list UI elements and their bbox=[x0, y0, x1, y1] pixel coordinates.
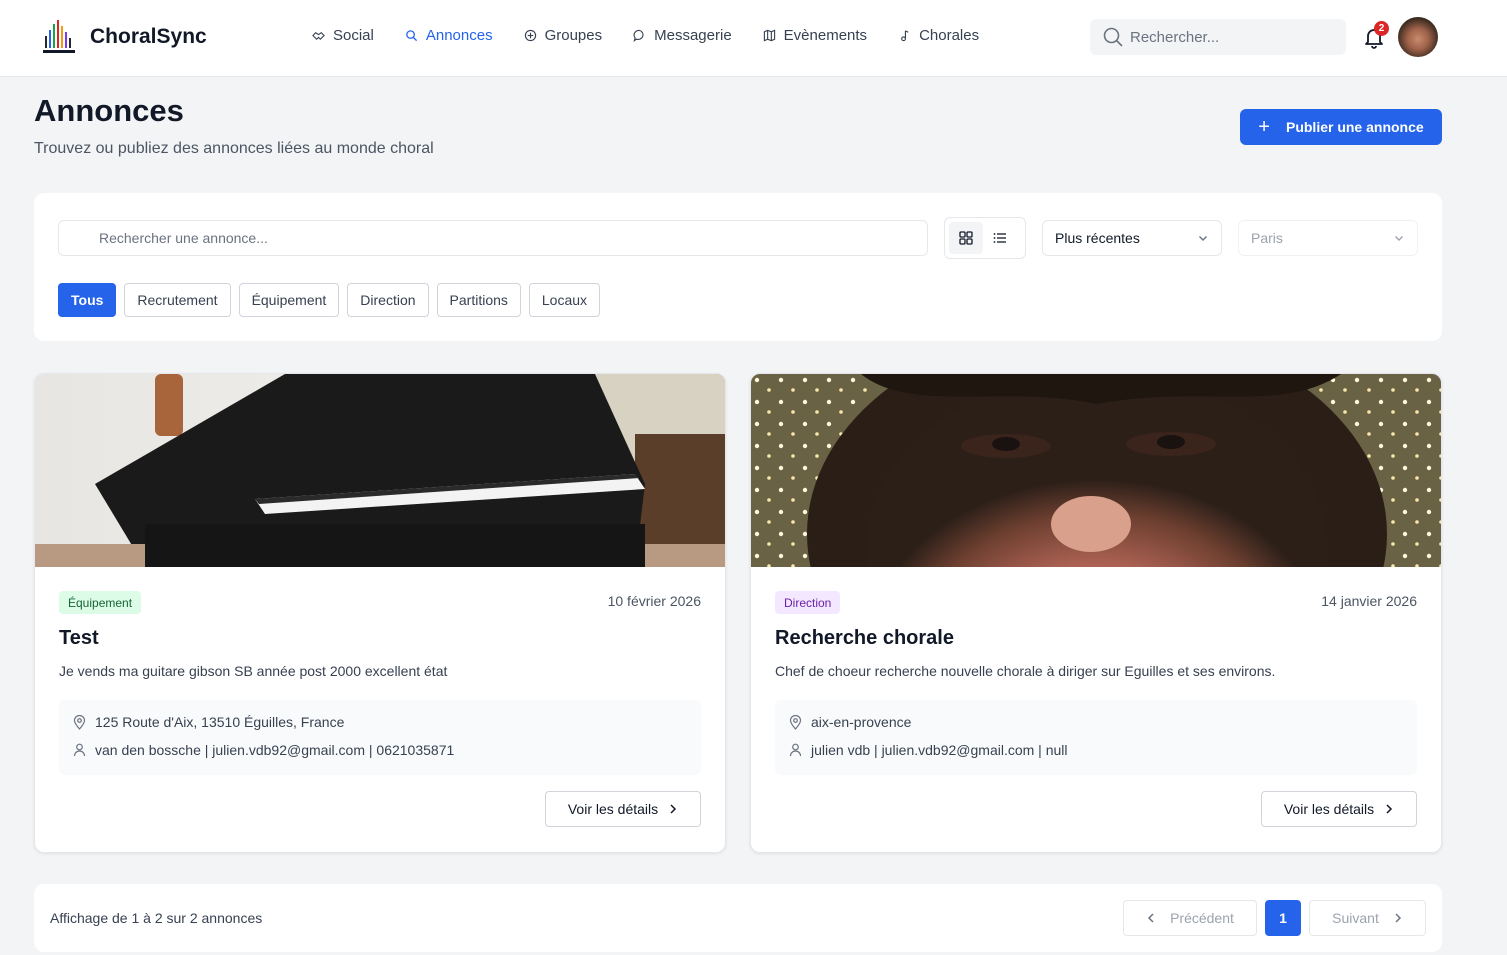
map-pin-icon bbox=[789, 714, 802, 730]
chevron-right-icon bbox=[670, 804, 677, 814]
listing-title[interactable]: Recherche chorale bbox=[775, 627, 954, 650]
listing-contact-row: julien vdb | julien.vdb92@gmail.com | nu… bbox=[789, 742, 1068, 758]
chevron-down-icon bbox=[1199, 236, 1207, 241]
chat-bubble-icon bbox=[633, 29, 644, 42]
global-search[interactable] bbox=[1090, 19, 1346, 55]
sort-select-value: Plus récentes bbox=[1055, 230, 1140, 246]
nav-item-chorales[interactable]: Chorales bbox=[898, 27, 979, 44]
top-navbar: ChoralSync Social Annonces Groupes Messa… bbox=[0, 0, 1507, 77]
listing-date: 10 février 2026 bbox=[607, 593, 701, 609]
listing-date: 14 janvier 2026 bbox=[1321, 593, 1417, 609]
page-title: Annonces bbox=[34, 93, 184, 128]
announcement-card[interactable]: Direction 14 janvier 2026 Recherche chor… bbox=[750, 373, 1442, 853]
brand-name[interactable]: ChoralSync bbox=[90, 25, 207, 49]
map-pin-icon bbox=[73, 714, 86, 730]
chevron-left-icon bbox=[1148, 913, 1154, 923]
chip-direction[interactable]: Direction bbox=[347, 283, 429, 317]
previous-label: Précédent bbox=[1170, 910, 1234, 926]
pagination-summary: Affichage de 1 à 2 sur 2 annonces bbox=[50, 910, 263, 926]
music-note-icon bbox=[901, 30, 909, 42]
page-subtitle: Trouvez ou publiez des annonces liées au… bbox=[34, 140, 434, 157]
portrait-photo bbox=[751, 374, 1441, 567]
nav-label: Messagerie bbox=[654, 27, 732, 44]
category-badge: Direction bbox=[775, 591, 841, 614]
nav-item-social[interactable]: Social bbox=[312, 27, 374, 44]
listing-contact-row: van den bossche | julien.vdb92@gmail.com… bbox=[73, 742, 454, 758]
view-details-button[interactable]: Voir les détails bbox=[1261, 791, 1417, 827]
listing-title[interactable]: Test bbox=[59, 627, 99, 650]
grid-view-button[interactable] bbox=[949, 222, 983, 254]
city-select-placeholder: Paris bbox=[1251, 230, 1283, 246]
listing-location: aix-en-provence bbox=[811, 714, 912, 730]
plus-icon: + bbox=[1258, 116, 1270, 138]
view-details-label: Voir les détails bbox=[1283, 801, 1375, 817]
search-icon bbox=[1103, 27, 1123, 47]
page-number-button[interactable]: 1 bbox=[1265, 900, 1301, 936]
handshake-icon bbox=[312, 31, 325, 41]
sort-select[interactable]: Plus récentes bbox=[1042, 220, 1222, 256]
nav-item-annonces[interactable]: Annonces bbox=[405, 27, 493, 44]
notification-badge: 2 bbox=[1374, 21, 1389, 36]
listing-location: 125 Route d'Aix, 13510 Éguilles, France bbox=[95, 714, 345, 730]
category-filter-chips: Tous Recrutement Équipement Direction Pa… bbox=[58, 283, 608, 317]
user-avatar[interactable] bbox=[1398, 17, 1438, 57]
user-icon bbox=[789, 743, 802, 757]
announcement-search-input[interactable] bbox=[58, 220, 928, 256]
view-details-button[interactable]: Voir les détails bbox=[545, 791, 701, 827]
listing-contact: julien vdb | julien.vdb92@gmail.com | nu… bbox=[811, 742, 1068, 758]
chevron-right-icon bbox=[1386, 804, 1393, 814]
chevron-right-icon bbox=[1395, 913, 1401, 923]
nav-item-groupes[interactable]: Groupes bbox=[524, 27, 603, 44]
next-page-button[interactable]: Suivant bbox=[1309, 900, 1426, 936]
filters-panel: Plus récentes Paris Tous Recrutement Équ… bbox=[34, 193, 1442, 341]
listing-location-row: aix-en-provence bbox=[789, 714, 911, 730]
nav-label: Annonces bbox=[425, 27, 493, 44]
main-nav: Social Annonces Groupes Messagerie Evène… bbox=[312, 27, 1010, 44]
chevron-down-icon bbox=[1395, 236, 1403, 241]
listing-description: Je vends ma guitare gibson SB année post… bbox=[59, 663, 448, 679]
list-icon bbox=[993, 233, 1006, 243]
global-search-input[interactable] bbox=[1130, 28, 1330, 46]
previous-page-button[interactable]: Précédent bbox=[1123, 900, 1257, 936]
city-select[interactable]: Paris bbox=[1238, 220, 1418, 256]
chip-equipement[interactable]: Équipement bbox=[238, 283, 340, 317]
map-icon bbox=[763, 29, 775, 42]
publish-button-label: Publier une annonce bbox=[1285, 119, 1424, 135]
search-icon bbox=[406, 30, 417, 42]
choralsync-logo[interactable] bbox=[42, 18, 78, 56]
nav-item-messagerie[interactable]: Messagerie bbox=[633, 27, 732, 44]
listing-description: Chef de choeur recherche nouvelle choral… bbox=[775, 663, 1276, 679]
listing-location-row: 125 Route d'Aix, 13510 Éguilles, France bbox=[73, 714, 344, 730]
grid-icon bbox=[959, 231, 973, 245]
piano-photo bbox=[35, 374, 725, 567]
nav-item-evenements[interactable]: Evènements bbox=[763, 27, 867, 44]
chip-recrutement[interactable]: Recrutement bbox=[124, 283, 231, 317]
next-label: Suivant bbox=[1332, 910, 1379, 926]
view-details-label: Voir les détails bbox=[567, 801, 659, 817]
listing-contact: van den bossche | julien.vdb92@gmail.com… bbox=[95, 742, 455, 758]
announcement-card[interactable]: Équipement 10 février 2026 Test Je vends… bbox=[34, 373, 726, 853]
category-badge: Équipement bbox=[59, 591, 142, 614]
list-view-button[interactable] bbox=[983, 222, 1017, 254]
listing-info-box: aix-en-provence julien vdb | julien.vdb9… bbox=[775, 700, 1417, 775]
user-icon bbox=[73, 743, 86, 757]
nav-label: Social bbox=[333, 27, 374, 44]
view-mode-toggle bbox=[944, 217, 1026, 259]
nav-label: Groupes bbox=[544, 27, 603, 44]
nav-label: Evènements bbox=[783, 27, 868, 44]
chip-tous[interactable]: Tous bbox=[58, 283, 117, 317]
listing-info-box: 125 Route d'Aix, 13510 Éguilles, France … bbox=[59, 700, 701, 775]
publish-announcement-button[interactable]: + Publier une annonce bbox=[1240, 109, 1442, 145]
pagination-bar: Affichage de 1 à 2 sur 2 annonces Précéd… bbox=[34, 884, 1442, 952]
circle-plus-icon bbox=[524, 29, 536, 42]
chip-locaux[interactable]: Locaux bbox=[528, 283, 601, 317]
nav-label: Chorales bbox=[919, 27, 980, 44]
chip-partitions[interactable]: Partitions bbox=[436, 283, 521, 317]
